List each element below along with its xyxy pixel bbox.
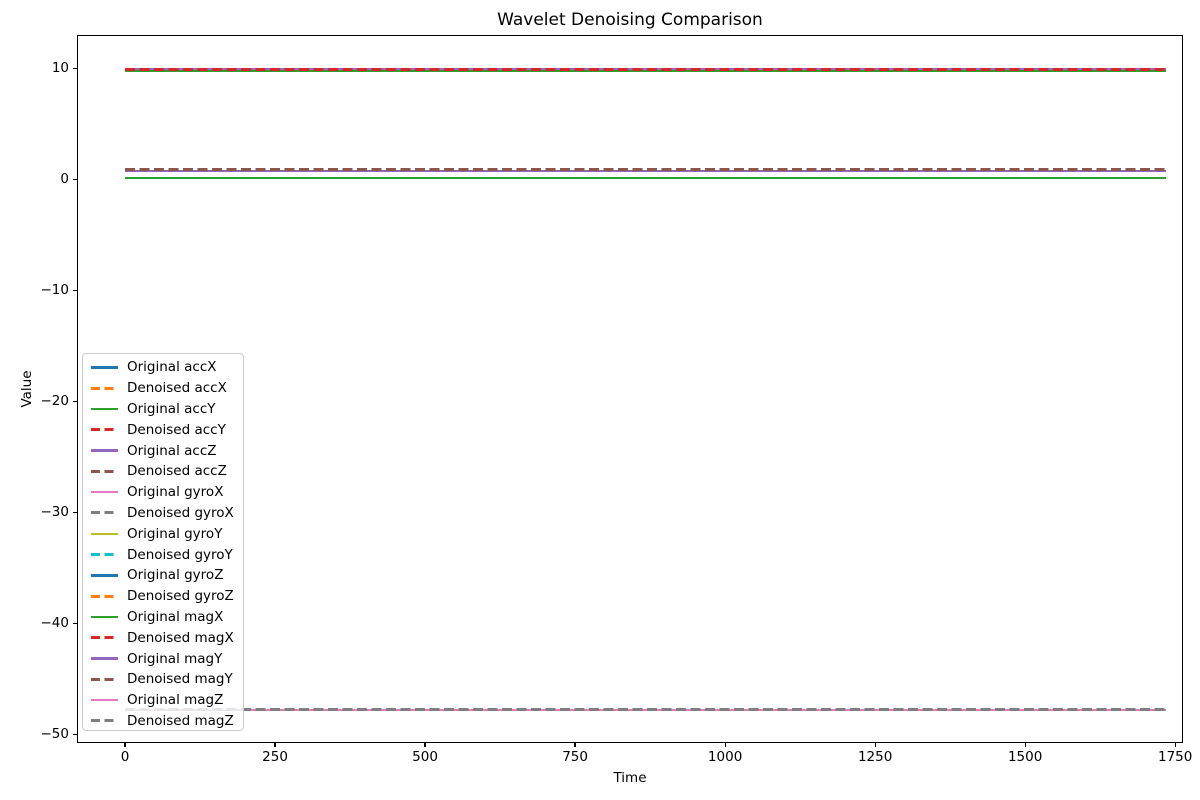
dashed-line-swatch-icon [91,553,118,556]
solid-line-swatch-icon [91,657,118,659]
y-tick-mark [73,512,77,513]
legend-item-label: Original accX [127,359,216,375]
y-tick-label: 10 [19,60,69,76]
x-tick-mark [124,743,125,747]
solid-line-swatch-icon [91,449,118,451]
legend-item: Denoised gyroX [83,503,243,524]
legend-item: Original gyroZ [83,565,243,586]
legend-item: Original gyroX [83,482,243,503]
solid-line-swatch-icon [91,491,118,493]
chart-figure: Wavelet Denoising Comparison 0 250 500 750 1… [0,0,1200,800]
x-tick-mark [725,743,726,747]
x-tick-label: 1000 [690,749,760,765]
x-tick-label: 1500 [990,749,1060,765]
dashed-line-swatch-icon [91,470,118,473]
legend-item-label: Denoised magY [127,671,233,687]
x-tick-mark [424,743,425,747]
y-tick-label: 0 [19,171,69,187]
legend-item: Denoised magZ [83,711,243,732]
legend-item-label: Original magZ [127,692,223,708]
legend-item: Denoised accZ [83,461,243,482]
y-tick-mark [73,623,77,624]
legend-item-label: Denoised gyroX [127,505,234,521]
legend-item: Denoised magX [83,627,243,648]
dashed-line-swatch-icon [91,636,118,639]
solid-line-swatch-icon [91,574,118,576]
legend-item: Original accX [83,357,243,378]
legend-item: Original magY [83,648,243,669]
legend-item: Denoised accY [83,419,243,440]
legend-item-label: Original accY [127,401,215,417]
y-tick-mark [73,179,77,180]
y-tick-label: −10 [19,282,69,298]
x-tick-mark [875,743,876,747]
legend-item-label: Denoised magZ [127,713,234,729]
legend-item-label: Denoised accY [127,422,226,438]
x-tick-label: 250 [240,749,310,765]
legend-item-label: Original gyroX [127,484,223,500]
legend-item-label: Original gyroZ [127,567,223,583]
x-tick-mark [1025,743,1026,747]
series-line [125,68,1166,71]
legend-item-label: Denoised gyroY [127,547,233,563]
legend-item-label: Denoised accX [127,380,227,396]
legend-item: Original accZ [83,440,243,461]
y-tick-label: −40 [19,615,69,631]
legend-item-label: Original gyroY [127,526,222,542]
dashed-line-swatch-icon [91,719,118,722]
legend-item: Original magX [83,607,243,628]
dashed-line-swatch-icon [91,387,118,390]
x-tick-label: 750 [540,749,610,765]
dashed-line-swatch-icon [91,511,118,514]
legend-item: Denoised accX [83,378,243,399]
solid-line-swatch-icon [91,616,118,618]
x-tick-mark [574,743,575,747]
y-tick-mark [73,290,77,291]
solid-line-swatch-icon [91,533,118,535]
series-line [125,177,1166,179]
y-tick-mark [73,734,77,735]
legend-item: Original accY [83,399,243,420]
x-tick-label: 0 [90,749,160,765]
legend-item-label: Original accZ [127,443,216,459]
legend-item: Denoised gyroY [83,544,243,565]
legend-item: Original gyroY [83,523,243,544]
x-tick-label: 500 [390,749,460,765]
y-axis-label: Value [19,370,35,407]
legend-item: Denoised magY [83,669,243,690]
solid-line-swatch-icon [91,408,118,410]
y-tick-mark [73,401,77,402]
legend: Original accX Denoised accX Original accY D… [82,353,244,731]
x-axis-label: Time [77,770,1183,786]
y-tick-label: −50 [19,726,69,742]
series-line [125,168,1166,171]
legend-item-label: Original magY [127,651,222,667]
y-tick-mark [73,68,77,69]
x-tick-label: 1750 [1140,749,1200,765]
legend-item-label: Denoised accZ [127,463,227,479]
x-tick-label: 1250 [840,749,910,765]
legend-item-label: Denoised gyroZ [127,588,234,604]
legend-item: Original magZ [83,690,243,711]
legend-item: Denoised gyroZ [83,586,243,607]
x-tick-mark [1175,743,1176,747]
legend-item-label: Denoised magX [127,630,234,646]
chart-title: Wavelet Denoising Comparison [77,10,1183,30]
dashed-line-swatch-icon [91,678,118,681]
solid-line-swatch-icon [91,366,118,368]
series-line [125,708,1166,711]
y-tick-label: −30 [19,504,69,520]
dashed-line-swatch-icon [91,428,118,431]
dashed-line-swatch-icon [91,595,118,598]
legend-item-label: Original magX [127,609,223,625]
x-tick-mark [274,743,275,747]
solid-line-swatch-icon [91,699,118,701]
